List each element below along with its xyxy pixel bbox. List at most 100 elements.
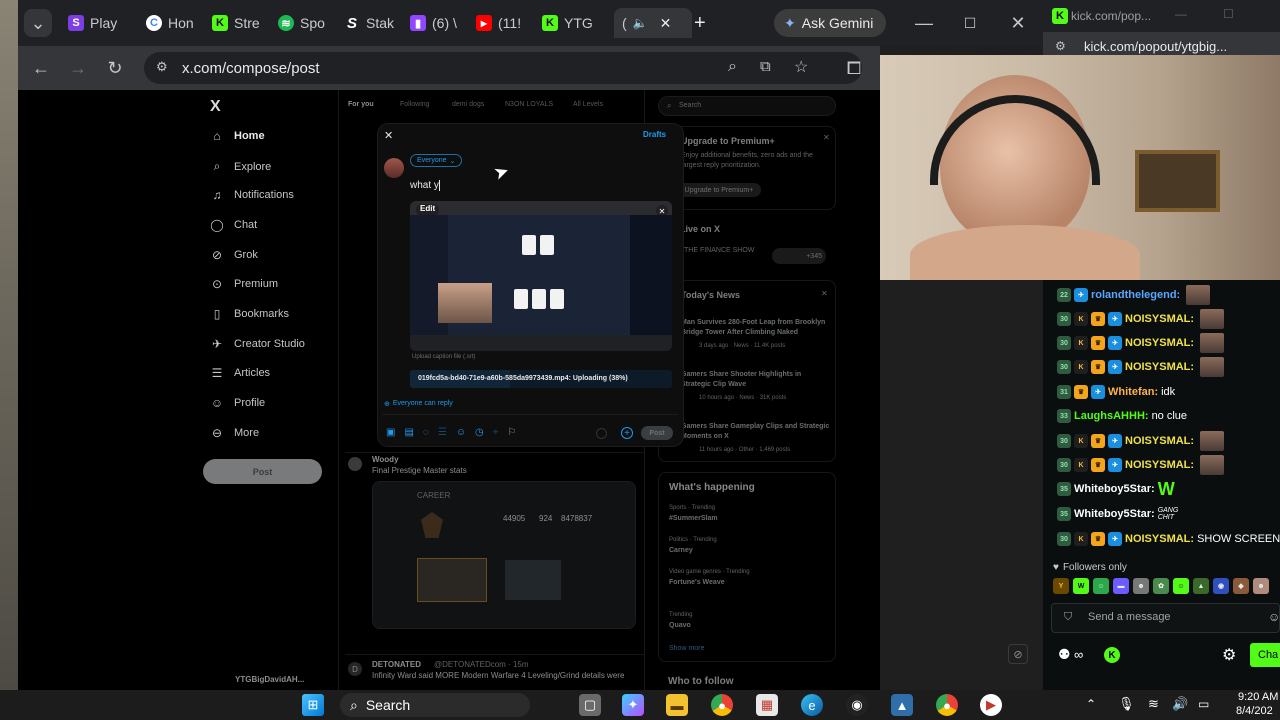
nav-notifications[interactable]: ♫ Notifications [210,188,294,202]
tab-search-icon[interactable]: ⌄ [24,9,52,37]
battery-icon[interactable]: ▭ [1198,697,1209,711]
compose-post-button[interactable]: Post [641,426,673,440]
flag-icon[interactable]: ⚐ [507,427,516,438]
nav-profile[interactable]: ☺ Profile [210,396,265,410]
live-item[interactable]: THE FINANCE SHOW [684,247,754,254]
photos-icon[interactable]: ▲ [891,694,913,716]
clock-date[interactable]: 8/4/202 [1236,705,1273,717]
emote-icon[interactable]: W [1073,578,1089,594]
microphone-icon[interactable]: 🎙 [1118,696,1135,712]
tab-3[interactable]: K Stre [204,8,270,38]
chat-username[interactable]: LaughsAHHH: [1074,410,1149,422]
emote-icon[interactable]: Y [1053,578,1069,594]
drafts-button[interactable]: Drafts [643,130,666,139]
close-tab-icon[interactable]: ✕ [660,15,672,32]
x-search-input[interactable]: ⌕ Search [658,96,836,116]
reload-icon[interactable]: ↻ [101,54,129,82]
avatar[interactable] [348,457,362,471]
tab-2[interactable]: C Hon [138,8,204,38]
nav-chat[interactable]: ◯ Chat [210,218,257,232]
ask-gemini-button[interactable]: ✦ Ask Gemini [774,9,886,37]
caption-upload-hint[interactable]: Upload caption file (.srt) [412,354,475,360]
image-icon[interactable]: ▣ [386,427,395,438]
chat-username[interactable]: Whiteboy5Star: [1074,508,1155,520]
nav-premium[interactable]: ⊙ Premium [210,277,278,291]
site-info-icon[interactable]: ⚙ [156,59,168,75]
maximize-icon[interactable]: ☐ [1223,7,1234,21]
show-more-link[interactable]: Show more [669,645,704,652]
chrome-profile-icon[interactable]: ● [936,694,958,716]
install-app-icon[interactable]: ⧉ [760,58,771,75]
chat-username[interactable]: Whiteboy5Star: [1074,483,1155,495]
grok-icon[interactable]: ◌ [423,427,429,438]
chat-username[interactable]: NOISYSMAL: [1125,361,1194,373]
compose-textarea[interactable]: what y [410,180,440,191]
new-tab-button[interactable]: + [686,8,716,38]
address-bar[interactable]: ⚙ x.com/compose/post ⌕ ⧉ ☆ [144,52,862,84]
chat-username[interactable]: NOISYSMAL: [1125,435,1194,447]
news-item[interactable]: Gamers Share Gameplay Clips and Strategi… [681,422,831,442]
feed-tab-n3on[interactable]: N3ON LOYALS [505,101,553,108]
gif-icon[interactable]: ▤ [404,427,413,438]
location-icon[interactable]: ⌖ [493,427,499,438]
post-author[interactable]: DETONATED [372,660,421,669]
infinity-icon[interactable]: ∞ [1074,647,1083,662]
avatar[interactable]: D [348,662,362,676]
tab-6[interactable]: ▮ (6) \ [402,8,468,38]
schedule-icon[interactable]: ◷ [475,427,484,438]
emote-icon[interactable]: ☻ [1253,578,1269,594]
close-icon[interactable]: ✕ [823,133,830,142]
nav-creator-studio[interactable]: ✈ Creator Studio [210,337,305,351]
tab-4[interactable]: ≋ Spo [270,8,336,38]
forward-icon[interactable]: → [64,54,92,82]
obs-icon[interactable]: ◉ [846,694,868,716]
emote-icon[interactable]: ▬ [1113,578,1129,594]
users-icon[interactable]: ⚉ [1058,646,1071,663]
reply-settings[interactable]: ⊕ Everyone can reply [384,400,453,408]
trend-item[interactable]: Quavo [669,622,691,629]
windows-start-icon[interactable]: ⊞ [302,694,324,716]
nav-explore[interactable]: ⌕ Explore [210,159,272,174]
poll-icon[interactable]: ☰ [438,427,447,438]
close-icon[interactable]: ✕ [821,289,828,298]
chat-username[interactable]: NOISYSMAL: [1125,313,1194,325]
avatar[interactable] [384,158,404,178]
trend-item[interactable]: Fortune's Weave [669,579,725,586]
tab-active[interactable]: (🔈 ✕ [614,8,692,38]
feed-tab-all-levels[interactable]: All Levels [573,101,603,108]
chat-username[interactable]: NOISYSMAL: [1125,459,1194,471]
chat-username[interactable]: rolandthelegend: [1091,289,1180,301]
x-logo[interactable]: X [210,98,221,116]
bookmark-star-icon[interactable]: ☆ [794,57,808,77]
emote-icon[interactable]: ▲ [1193,578,1209,594]
maximize-icon[interactable]: ☐ [956,9,984,37]
feed-tab-for-you[interactable]: For you [348,101,374,108]
wifi-icon[interactable]: ≋ [1148,696,1159,712]
chat-username[interactable]: Whitefan: [1108,386,1158,398]
trend-item[interactable]: Carney [669,547,693,554]
minimize-icon[interactable]: — [1175,7,1187,21]
zoom-icon[interactable]: ⌕ [728,58,737,76]
nav-grok[interactable]: ⊘ Grok [210,248,258,262]
chat-input[interactable]: ⛉ Send a message ☺ [1051,603,1280,633]
grok-float-icon[interactable]: ⊘ [1008,644,1028,664]
minimize-icon[interactable]: — [910,9,938,37]
nav-bookmarks[interactable]: ▯ Bookmarks [210,307,289,321]
uploaded-media-preview[interactable]: Edit ✕ [410,201,672,351]
tab-8[interactable]: K YTG [534,8,614,38]
taskbar-search[interactable]: ⌕ Search [340,693,530,717]
nav-post-button[interactable]: Post [203,459,322,484]
chat-username[interactable]: NOISYSMAL: [1125,337,1194,349]
post-media-card[interactable]: CAREER 44905 924 8478837 [372,481,636,629]
clock-time[interactable]: 9:20 AM [1238,691,1278,703]
store-icon[interactable]: ▦ [756,694,778,716]
chat-username[interactable]: NOISYSMAL: [1125,533,1194,545]
kick-icon[interactable]: K [1104,647,1120,663]
account-name[interactable]: YTGBigDavidAH... [235,675,304,684]
close-window-icon[interactable]: ✕ [1004,9,1032,37]
tab-1[interactable]: S Play [60,8,138,38]
file-explorer-icon[interactable]: ▬ [666,694,688,716]
chat-send-button[interactable]: Cha [1250,643,1280,667]
emoji-icon[interactable]: ☺ [456,427,466,438]
volume-icon[interactable]: 🔊 [1172,696,1188,712]
